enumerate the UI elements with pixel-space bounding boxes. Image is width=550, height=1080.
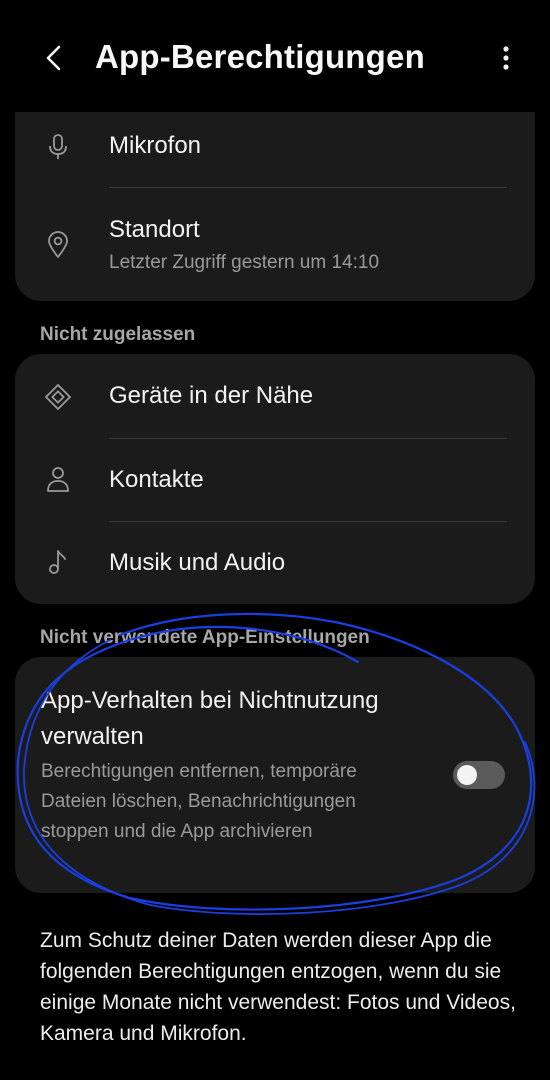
- chevron-left-icon: [46, 45, 61, 71]
- info-text: Zum Schutz deiner Daten werden dieser Ap…: [40, 929, 516, 1045]
- permission-label: Musik und Audio: [109, 549, 286, 576]
- permission-label: Kontakte: [109, 466, 204, 493]
- music-note-icon: [43, 547, 73, 577]
- more-options-button[interactable]: [486, 38, 526, 78]
- person-icon: [43, 464, 73, 494]
- permission-item-mikrofon[interactable]: Mikrofon: [15, 112, 535, 188]
- toggle-knob: [457, 765, 477, 785]
- section-header-unused: Nicht verwendete App-Einstellungen: [40, 627, 370, 648]
- allowed-permissions-card: Mikrofon Standort Letzter Zugriff gester…: [15, 112, 535, 301]
- permission-item-kontakte[interactable]: Kontakte: [15, 438, 535, 521]
- permission-subtitle: Letzter Zugriff gestern um 14:10: [109, 252, 380, 273]
- unused-setting-toggle[interactable]: [453, 761, 505, 789]
- permission-item-standort[interactable]: Standort Letzter Zugriff gestern um 14:1…: [15, 188, 535, 301]
- back-button[interactable]: [34, 38, 74, 78]
- permission-label: Standort: [109, 216, 200, 243]
- app-bar: App-Berechtigungen: [0, 0, 550, 118]
- unused-setting-title: App-Verhalten bei Nichtnutzung verwalten: [41, 687, 379, 750]
- nearby-devices-icon: [43, 382, 73, 412]
- microphone-icon: [43, 132, 73, 162]
- permission-item-geraete[interactable]: Geräte in der Nähe: [15, 354, 535, 438]
- more-vertical-icon: [503, 46, 509, 70]
- denied-permissions-card: Geräte in der Nähe Kontakte Musik und Au…: [15, 354, 535, 604]
- permission-item-musik[interactable]: Musik und Audio: [15, 521, 535, 604]
- permission-label: Geräte in der Nähe: [109, 382, 314, 409]
- page-title: App-Berechtigungen: [95, 38, 425, 75]
- location-pin-icon: [43, 230, 73, 260]
- unused-setting-description: Berechtigungen entfernen, temporäre Date…: [41, 761, 357, 842]
- permission-label: Mikrofon: [109, 132, 202, 159]
- unused-app-settings-card[interactable]: App-Verhalten bei Nichtnutzung verwalten…: [15, 657, 535, 893]
- section-header-not-allowed: Nicht zugelassen: [40, 324, 196, 345]
